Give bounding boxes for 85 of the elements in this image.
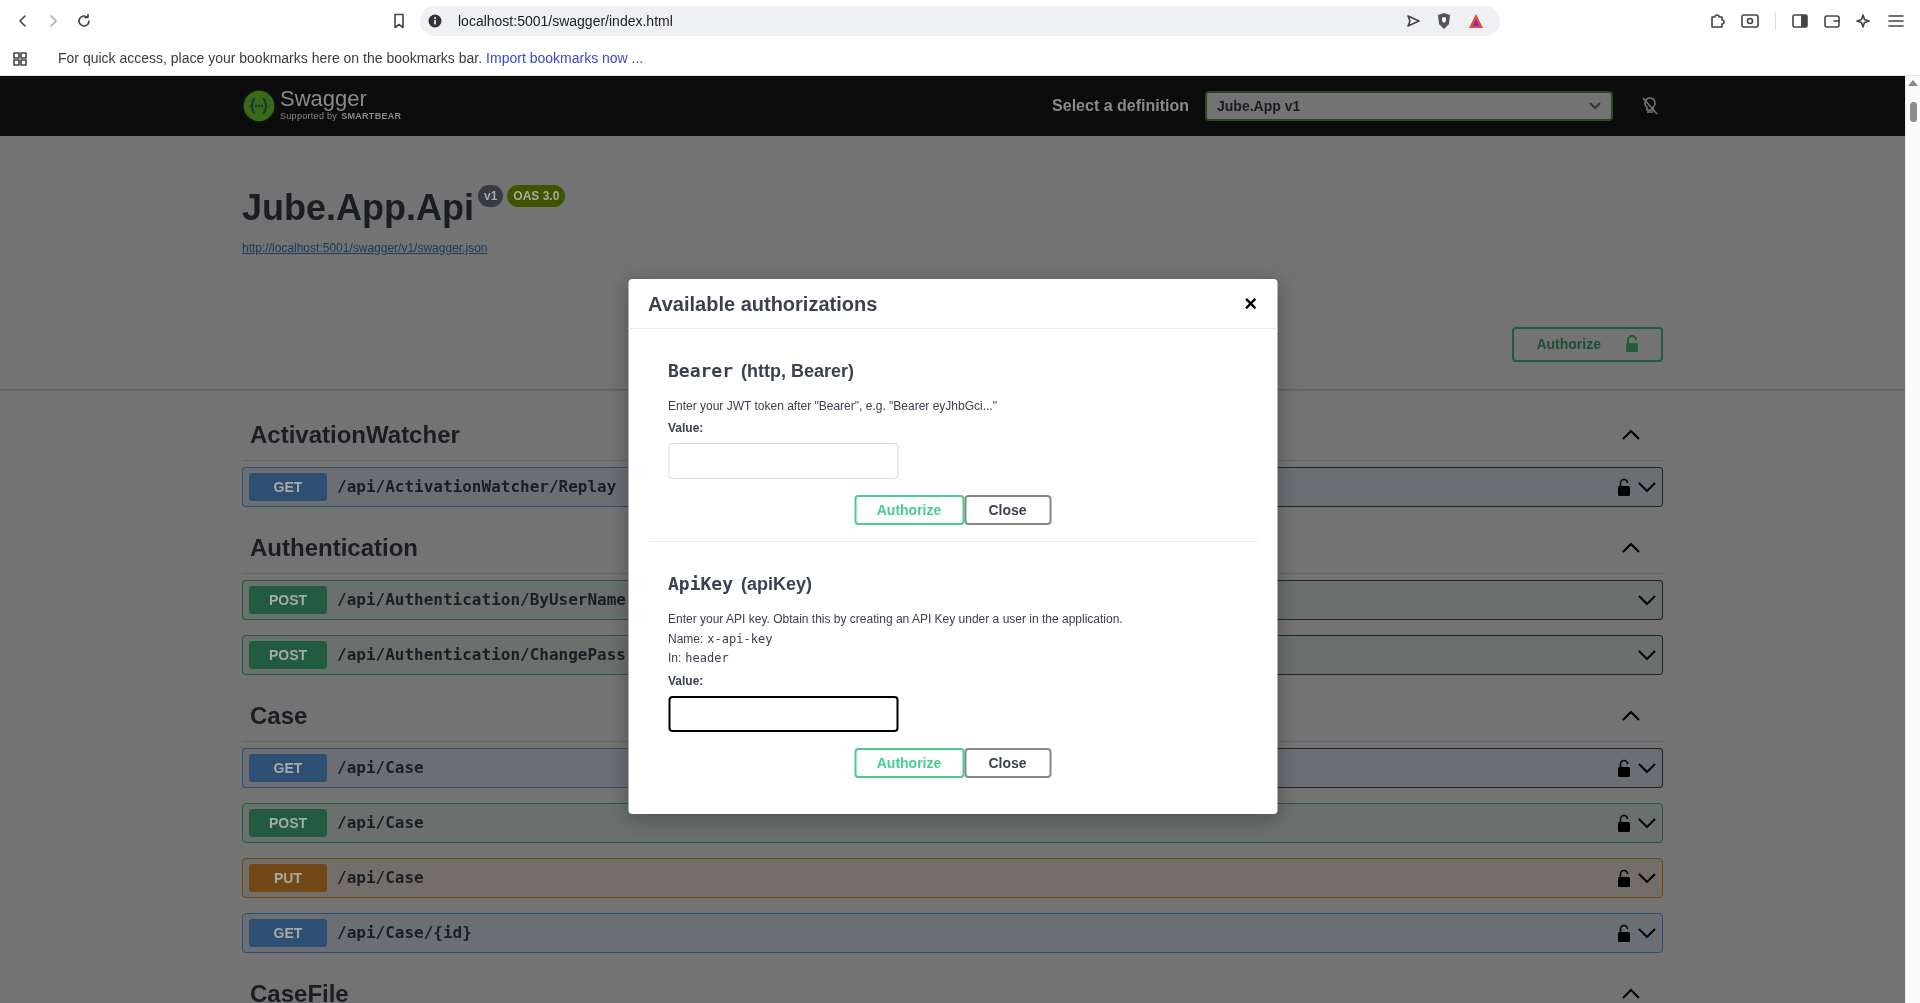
sparkle-icon[interactable] bbox=[1856, 13, 1872, 29]
operation-path: /api/Case bbox=[337, 812, 424, 834]
padlock-icon[interactable] bbox=[1618, 814, 1630, 832]
chevron-icon[interactable] bbox=[1621, 987, 1641, 1000]
padlock-icon[interactable] bbox=[1618, 759, 1630, 777]
tag-heading[interactable]: Authentication bbox=[250, 529, 418, 566]
triangle-icon[interactable] bbox=[1468, 13, 1484, 29]
padlock-icon[interactable] bbox=[1618, 478, 1630, 496]
chevron-icon[interactable] bbox=[1621, 541, 1641, 554]
scheme-name: Bearer bbox=[668, 359, 734, 383]
swagger-logo-icon bbox=[242, 89, 276, 123]
method-label: GET bbox=[249, 473, 327, 501]
value-label: Value: bbox=[668, 673, 705, 690]
logo-brand: SMARTBEAR bbox=[341, 111, 402, 124]
dialog-title: Available authorizations bbox=[648, 291, 878, 317]
close-button[interactable]: × bbox=[1244, 292, 1257, 315]
chevron-down-icon[interactable] bbox=[1638, 482, 1656, 492]
method-label: POST bbox=[249, 641, 327, 669]
tag-heading[interactable]: Case bbox=[250, 697, 308, 734]
chevron-down-icon[interactable] bbox=[1638, 650, 1656, 660]
authorize-button[interactable]: Authorize bbox=[854, 748, 964, 778]
tag-heading[interactable]: ActivationWatcher bbox=[250, 416, 460, 453]
chevron-icon[interactable] bbox=[1621, 709, 1641, 722]
close-button[interactable]: Close bbox=[964, 495, 1051, 525]
oas-tag: OAS 3.0 bbox=[507, 185, 566, 207]
operation-row[interactable]: PUT /api/Case bbox=[242, 858, 1663, 898]
value-label: Value: bbox=[668, 420, 705, 437]
definition-select[interactable]: Jube.App v1 bbox=[1205, 91, 1613, 121]
logo-tagline: Supported by bbox=[280, 111, 338, 124]
bulb-off-icon[interactable] bbox=[1641, 96, 1659, 116]
spec-link[interactable]: http://localhost:5001/swagger/v1/swagger.json bbox=[242, 241, 488, 255]
detail-label: Name: bbox=[668, 631, 704, 648]
shield-icon[interactable] bbox=[1436, 12, 1452, 30]
operation-row[interactable]: GET /api/Case/{id} bbox=[242, 913, 1663, 953]
definition-label: Select a definition bbox=[1052, 96, 1189, 116]
url-text[interactable]: localhost:5001/swagger/index.html bbox=[458, 10, 673, 32]
reload-icon[interactable] bbox=[76, 13, 92, 29]
operation-path: /api/Case/{id} bbox=[337, 922, 472, 944]
scheme-name: ApiKey bbox=[668, 572, 734, 596]
authorize-button[interactable]: Authorize bbox=[1512, 326, 1663, 362]
apps-icon[interactable] bbox=[13, 51, 27, 66]
operation-path: /api/Case bbox=[337, 867, 424, 889]
chevron-down-icon[interactable] bbox=[1638, 928, 1656, 938]
bookmarks-hint: For quick access, place your bookmarks here on the bookmarks bar. bbox=[58, 49, 483, 68]
detail-value: x-api-key bbox=[707, 631, 773, 648]
scheme-description: Enter your API key. Obtain this by creating an API Key under a user in the application. bbox=[668, 611, 1124, 628]
sidebar-icon[interactable] bbox=[1792, 14, 1808, 28]
operation-path: /api/ActivationWatcher/Replay bbox=[337, 476, 617, 498]
detail-value: header bbox=[685, 650, 729, 667]
wallet-icon[interactable] bbox=[1824, 14, 1840, 28]
info-icon[interactable] bbox=[428, 14, 442, 28]
version-tag: v1 bbox=[478, 185, 504, 207]
authorize-button[interactable]: Authorize bbox=[854, 495, 964, 525]
send-icon[interactable] bbox=[1406, 14, 1420, 28]
api-title: Jube.App.Api bbox=[242, 186, 474, 230]
scheme-type: (apiKey) bbox=[741, 573, 813, 596]
chevron-down-icon[interactable] bbox=[1638, 818, 1656, 828]
menu-icon[interactable] bbox=[1888, 14, 1904, 28]
detail-label: In: bbox=[668, 650, 682, 667]
screen-search-icon[interactable] bbox=[1741, 14, 1759, 28]
logo-text: Swagger bbox=[280, 88, 368, 111]
method-label: PUT bbox=[249, 864, 327, 892]
chevron-icon[interactable] bbox=[1621, 428, 1641, 441]
tag-heading[interactable]: CaseFile bbox=[250, 975, 349, 1003]
close-button[interactable]: Close bbox=[964, 748, 1051, 778]
chevron-down-icon[interactable] bbox=[1638, 873, 1656, 883]
padlock-icon[interactable] bbox=[1618, 869, 1630, 887]
value-input[interactable] bbox=[668, 696, 898, 732]
scheme-type: (http, Bearer) bbox=[741, 360, 855, 383]
operation-path: /api/Authentication/ChangePass bbox=[337, 644, 626, 666]
chevron-down-icon[interactable] bbox=[1638, 595, 1656, 605]
scheme-description: Enter your JWT token after "Bearer", e.g. "Bearer eyJhbGci..." bbox=[668, 398, 998, 415]
operation-path: /api/Case bbox=[337, 757, 424, 779]
caret-icon bbox=[1589, 102, 1601, 110]
padlock-icon[interactable] bbox=[1618, 924, 1630, 942]
import-bookmarks-link[interactable]: Import bookmarks now ... bbox=[486, 48, 644, 69]
chevron-down-icon[interactable] bbox=[1638, 763, 1656, 773]
method-label: GET bbox=[249, 754, 327, 782]
method-label: POST bbox=[249, 809, 327, 837]
puzzle-icon[interactable] bbox=[1709, 13, 1725, 29]
padlock-icon bbox=[1625, 335, 1639, 353]
method-label: GET bbox=[249, 919, 327, 947]
operation-path: /api/Authentication/ByUserName bbox=[337, 589, 626, 611]
bookmark-icon[interactable] bbox=[392, 13, 406, 29]
method-label: POST bbox=[249, 586, 327, 614]
